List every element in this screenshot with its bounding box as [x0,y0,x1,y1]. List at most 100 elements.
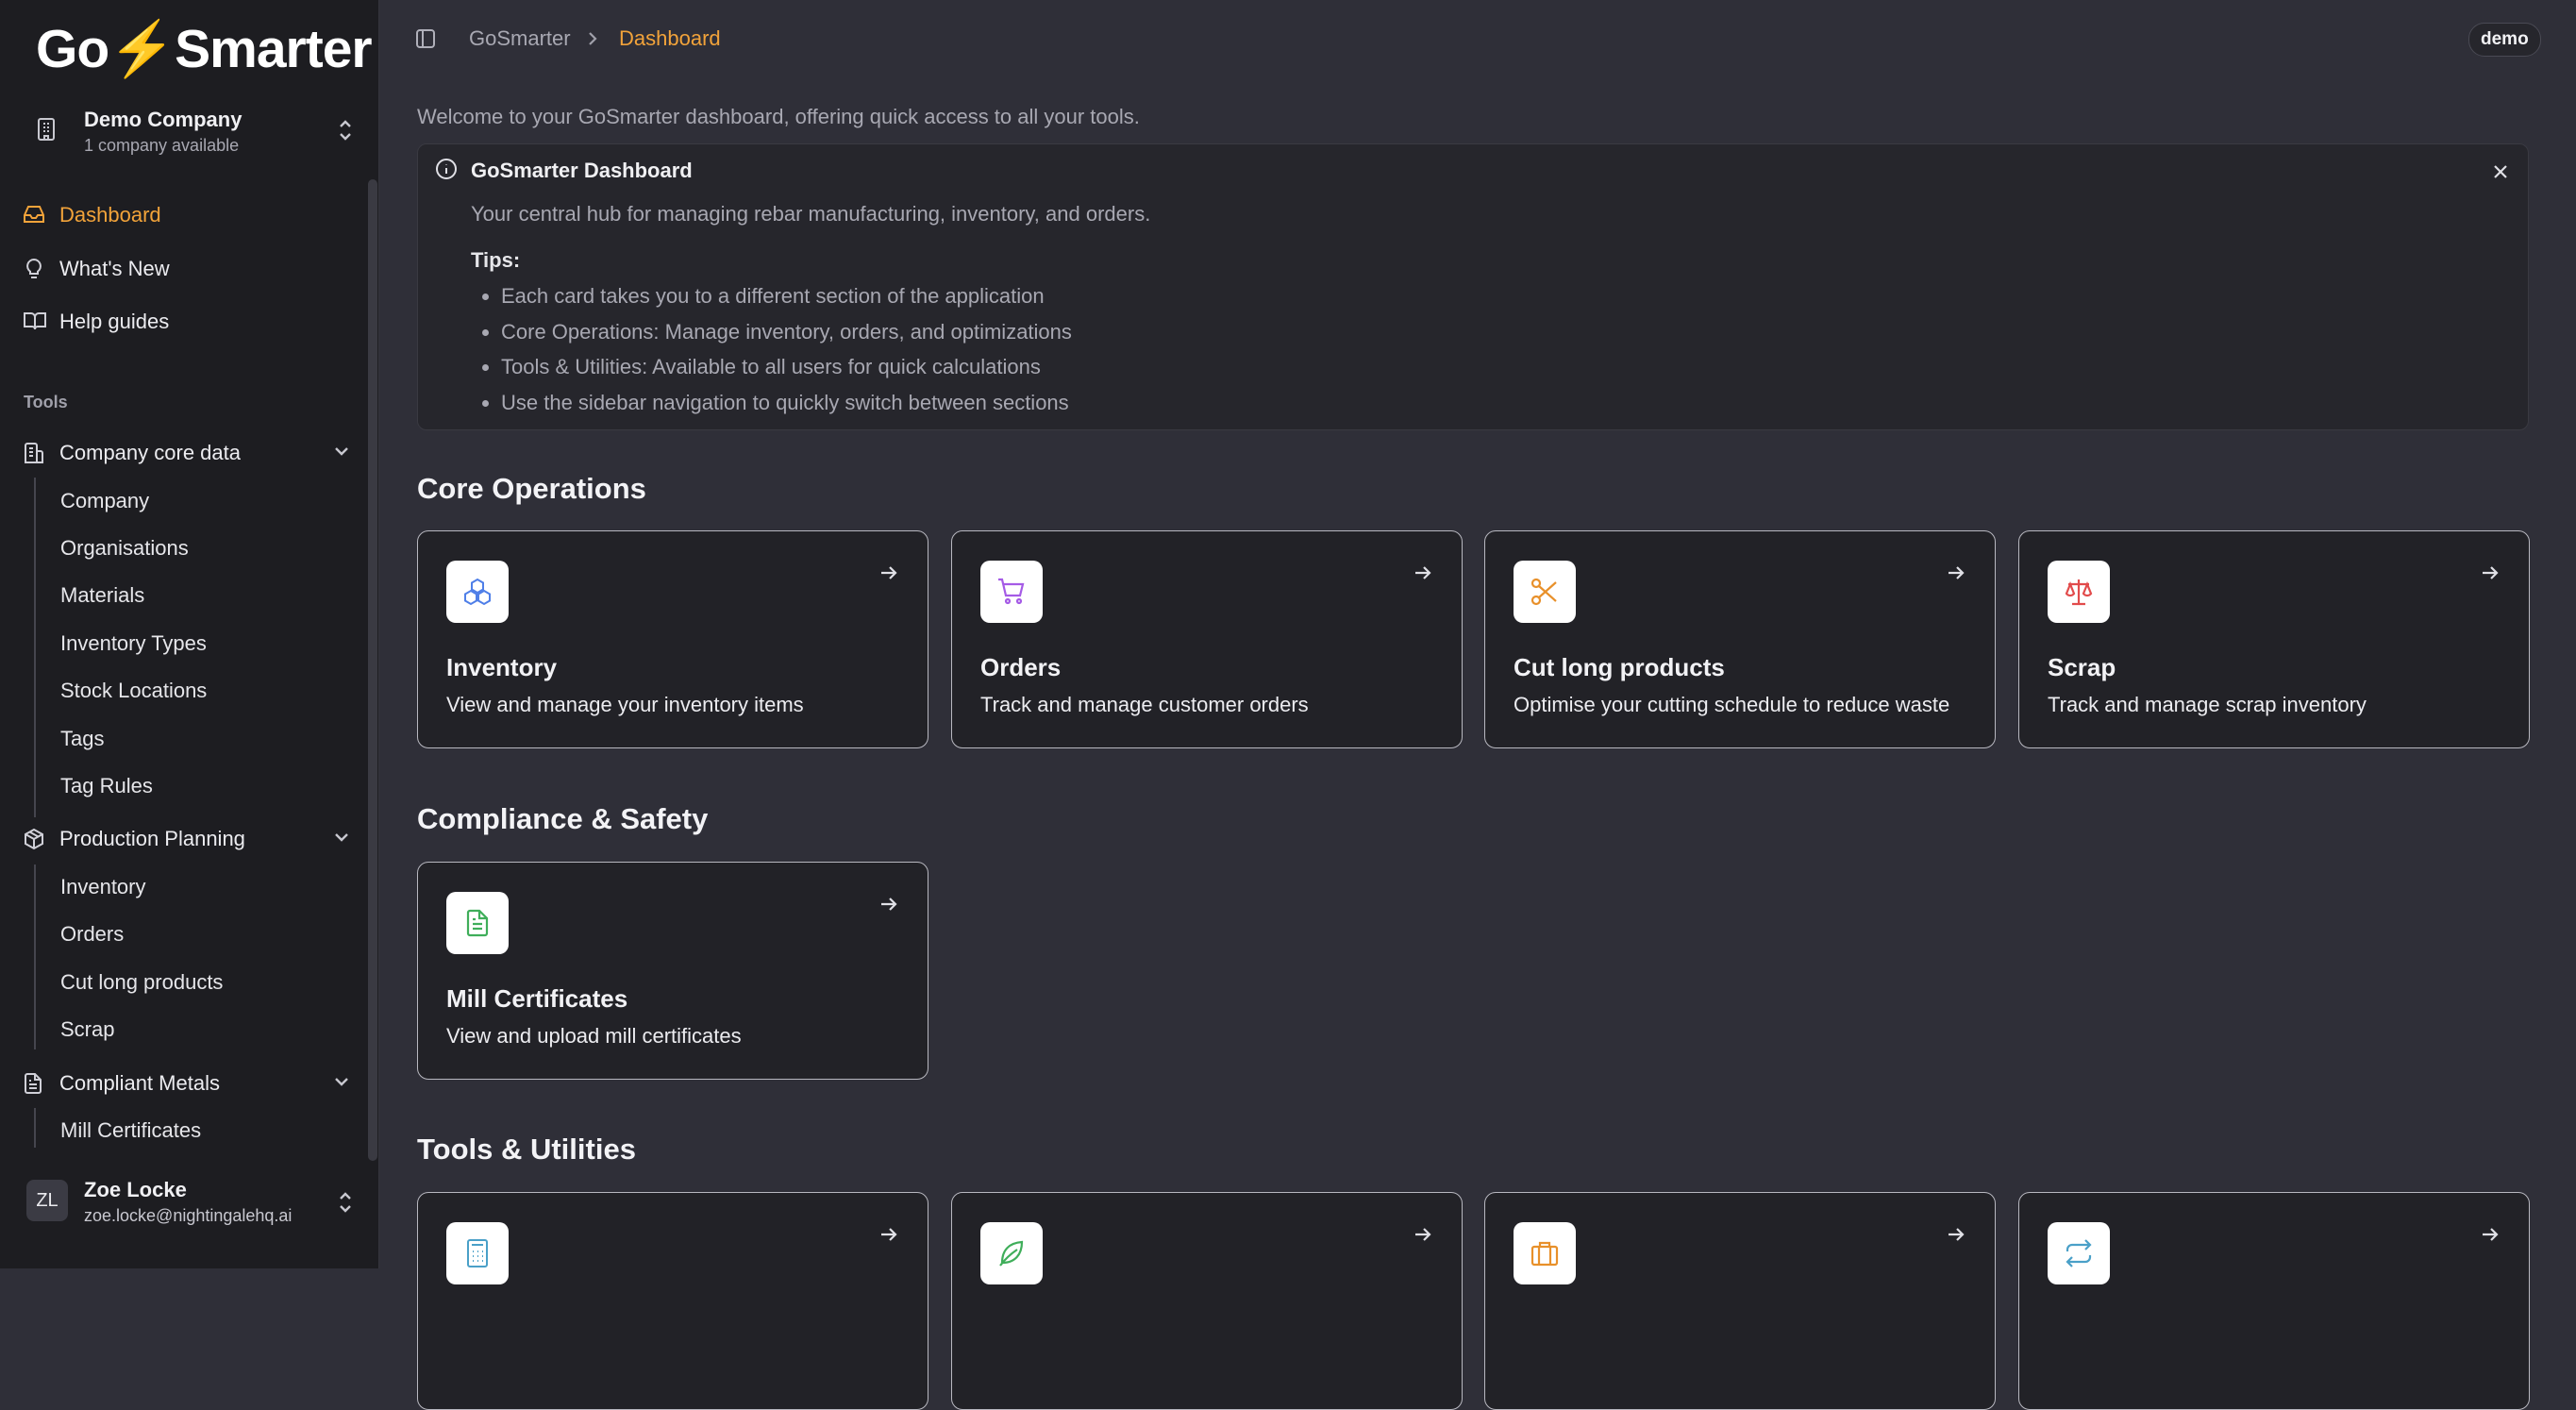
lightbulb-icon [23,258,45,280]
tip-item: Tools & Utilities: Available to all user… [501,349,1072,385]
card-description: View and manage your inventory items [446,693,804,716]
sidebar: Go⚡Smarter Demo Company 1 company availa… [0,0,379,1268]
arrow-right-icon [2480,563,2501,582]
scale-icon [2048,561,2110,623]
arrow-right-icon [1413,1225,1433,1244]
tree-line [34,478,36,817]
arrow-right-icon [2480,1225,2501,1244]
breadcrumb-current: Dashboard [619,26,721,50]
building-icon [23,442,45,464]
user-email: zoe.locke@nightingalehq.ai [84,1206,293,1225]
leaf-icon [980,1222,1043,1284]
user-menu[interactable]: ZL Zoe Locke zoe.locke@nightingalehq.ai [23,1170,362,1236]
nav-stock-locations[interactable]: Stock Locations [49,671,351,709]
group-company-core-data[interactable]: Company core data [11,430,360,474]
group-company-core-data-label: Company core data [59,441,241,464]
file-text-icon [446,892,509,954]
nav-dashboard[interactable]: Dashboard [11,193,360,236]
tips-label: Tips: [471,248,521,272]
info-panel: GoSmarter Dashboard Your central hub for… [417,143,2529,430]
package-icon [23,828,45,850]
environment-badge: demo [2468,23,2541,57]
card-tool-repeat[interactable] [2018,1192,2530,1410]
card-description: Track and manage scrap inventory [2048,693,2367,716]
nav-inventory-types[interactable]: Inventory Types [49,624,351,662]
bolt-icon: ⚡ [109,19,176,79]
scissors-icon [1514,561,1576,623]
company-switcher[interactable]: Demo Company 1 company available [23,98,362,164]
user-name: Zoe Locke [84,1178,187,1201]
nav-whats-new-label: What's New [59,257,170,280]
nav-inventory[interactable]: Inventory [49,867,351,905]
arrow-right-icon [878,895,899,914]
info-description: Your central hub for managing rebar manu… [471,202,1151,226]
group-compliant-metals-label: Compliant Metals [59,1071,220,1095]
shopping-cart-icon [980,561,1043,623]
card-tool-calculator[interactable] [417,1192,928,1410]
nav-tag-rules[interactable]: Tag Rules [49,766,351,804]
chevrons-up-down-icon [336,117,355,143]
sidebar-scrollbar[interactable] [368,179,377,1161]
card-tool-leaf[interactable] [951,1192,1463,1410]
file-text-icon [23,1072,43,1095]
inbox-icon [23,204,45,225]
nav-whats-new[interactable]: What's New [11,246,360,290]
group-production-planning-label: Production Planning [59,827,245,850]
card-title: Scrap [2048,653,2116,681]
info-icon [435,158,458,180]
sidebar-toggle-icon[interactable] [415,28,436,49]
group-production-planning[interactable]: Production Planning [11,816,360,860]
chevrons-up-down-icon [336,1189,355,1216]
close-icon[interactable] [2492,163,2509,180]
arrow-right-icon [1946,563,1966,582]
card-title: Inventory [446,653,558,681]
welcome-text: Welcome to your GoSmarter dashboard, off… [417,105,1140,128]
tips-list: Each card takes you to a different secti… [471,278,1072,420]
calculator-icon [446,1222,509,1284]
company-count: 1 company available [84,136,240,155]
arrow-right-icon [878,563,899,582]
card-mill-certificates[interactable]: Mill Certificates View and upload mill c… [417,862,928,1080]
info-title: GoSmarter Dashboard [471,159,693,182]
card-description: Optimise your cutting schedule to reduce… [1514,693,1950,716]
nav-help-guides-label: Help guides [59,310,170,333]
card-cut-long-products[interactable]: Cut long products Optimise your cutting … [1484,530,1996,748]
card-title: Cut long products [1514,653,1725,681]
arrow-right-icon [878,1225,899,1244]
card-description: View and upload mill certificates [446,1024,742,1048]
boxes-icon [446,561,509,623]
card-tool-briefcase[interactable] [1484,1192,1996,1410]
nav-tags[interactable]: Tags [49,719,351,757]
section-tools-utilities: Tools & Utilities [417,1133,636,1166]
tip-item: Use the sidebar navigation to quickly sw… [501,385,1072,421]
nav-mill-certificates[interactable]: Mill Certificates [49,1111,351,1149]
nav-help-guides[interactable]: Help guides [11,299,360,343]
gosmarter-logo[interactable]: Go⚡Smarter [36,19,373,79]
repeat-icon [2048,1222,2110,1284]
tip-item: Core Operations: Manage inventory, order… [501,314,1072,350]
building-icon [36,117,57,142]
card-description: Track and manage customer orders [980,693,1309,716]
tree-line [34,1108,36,1148]
card-title: Mill Certificates [446,984,628,1013]
group-compliant-metals[interactable]: Compliant Metals [11,1061,360,1104]
nav-scrap[interactable]: Scrap [49,1010,351,1048]
section-compliance-safety: Compliance & Safety [417,802,709,835]
chevron-right-icon [587,30,598,47]
card-title: Orders [980,653,1062,681]
nav-cut-long-products[interactable]: Cut long products [49,963,351,1000]
card-scrap[interactable]: Scrap Track and manage scrap inventory [2018,530,2530,748]
card-inventory[interactable]: Inventory View and manage your inventory… [417,530,928,748]
section-core-operations: Core Operations [417,472,646,505]
company-name: Demo Company [84,108,243,131]
chevron-down-icon [332,1074,351,1089]
breadcrumb-root[interactable]: GoSmarter [469,26,571,51]
nav-materials[interactable]: Materials [49,576,351,613]
chevron-down-icon [332,830,351,845]
card-orders[interactable]: Orders Track and manage customer orders [951,530,1463,748]
nav-orders[interactable]: Orders [49,915,351,952]
nav-organisations[interactable]: Organisations [49,529,351,566]
arrow-right-icon [1946,1225,1966,1244]
avatar: ZL [26,1180,68,1221]
nav-company[interactable]: Company [49,481,351,519]
